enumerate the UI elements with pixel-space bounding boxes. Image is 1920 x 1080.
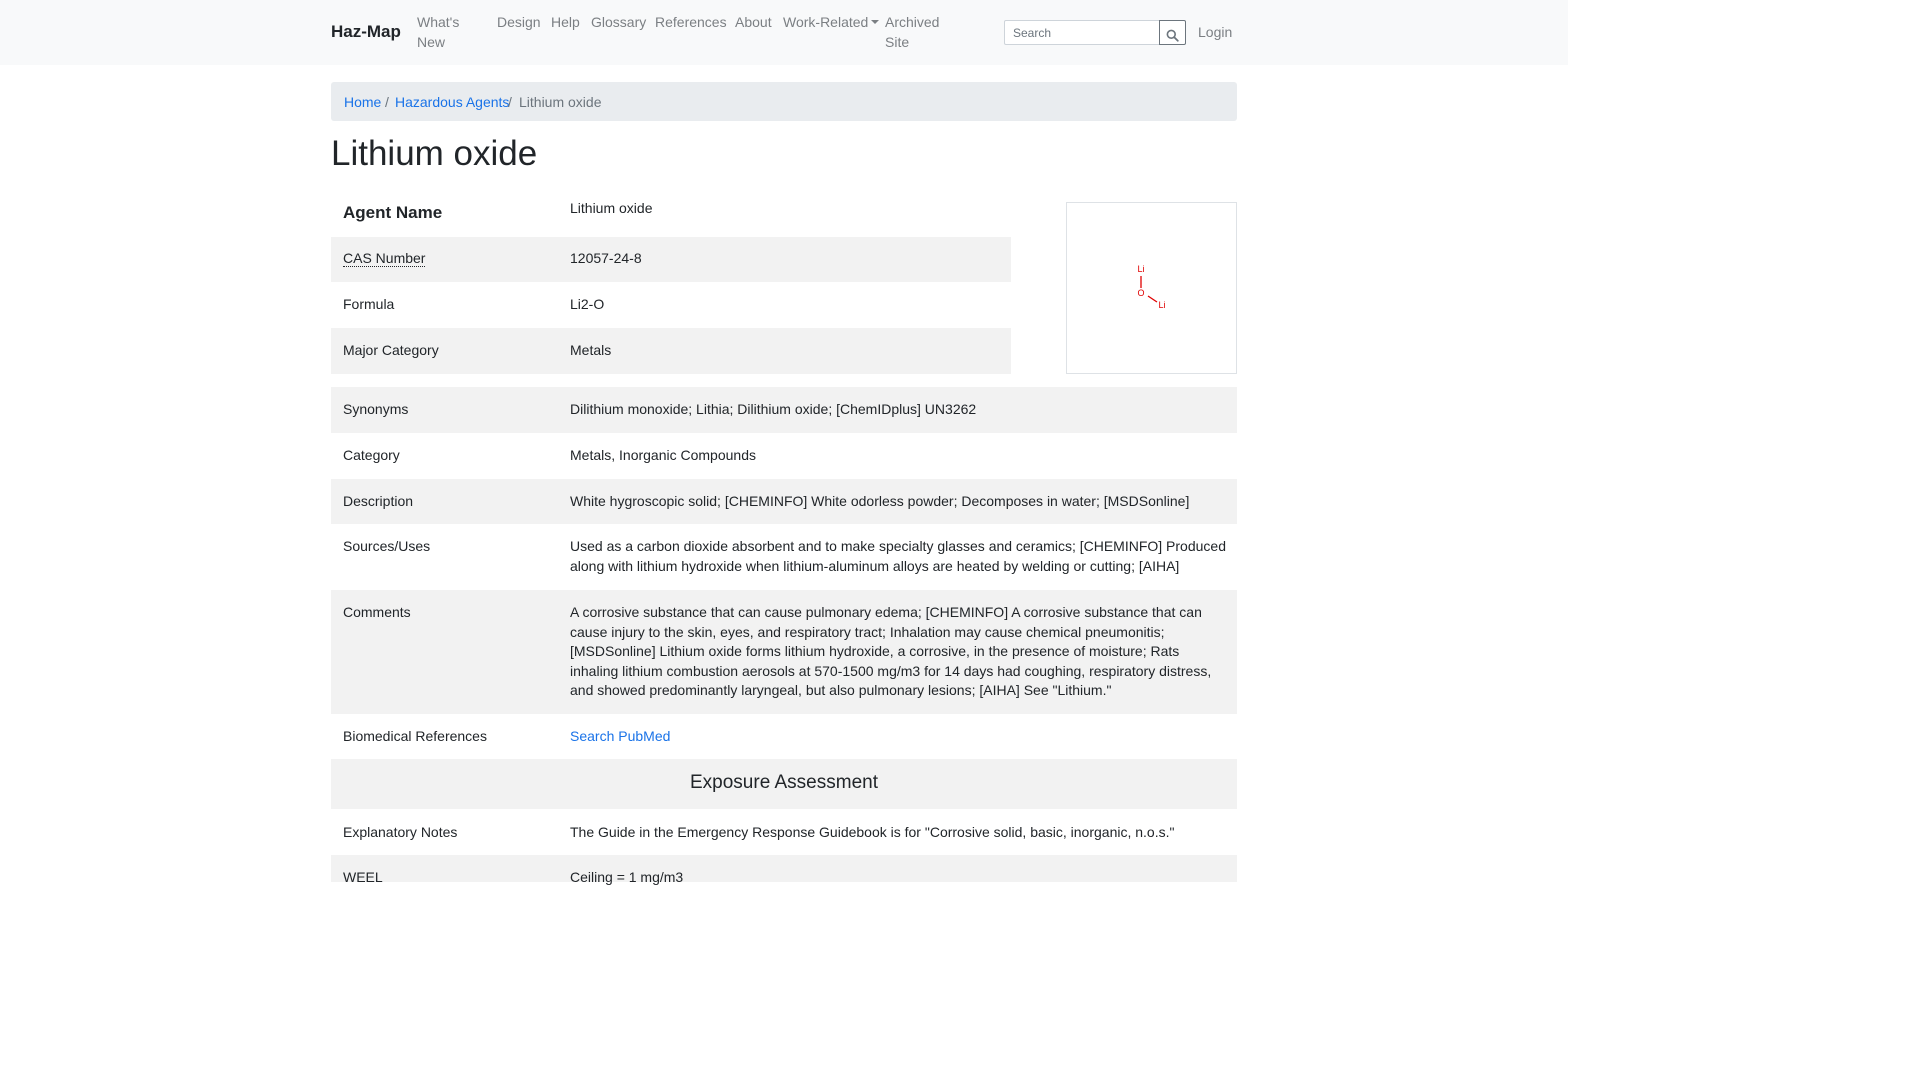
- nav-references[interactable]: References: [655, 13, 727, 33]
- biomedical-references-label: Biomedical References: [343, 728, 487, 744]
- synonyms-value: Dilithium monoxide; Lithia; Dilithium ox…: [570, 401, 977, 417]
- category-label: Category: [343, 447, 400, 463]
- page-title: Lithium oxide: [331, 134, 538, 173]
- breadcrumb-separator: /: [508, 94, 512, 110]
- cas-number-label: CAS Number: [343, 250, 426, 267]
- agent-name-value: Lithium oxide: [570, 200, 653, 216]
- search-pubmed-link[interactable]: Search PubMed: [570, 727, 670, 747]
- table-row-cas-number: CAS Number 12057-24-8: [331, 237, 1011, 282]
- table-row-agent-name: Agent Name Lithium oxide: [331, 187, 1011, 236]
- atom-label-top: Li: [1137, 264, 1144, 274]
- formula-label: Formula: [343, 296, 395, 312]
- table-row-biomedical-references: Biomedical References Search PubMed: [331, 714, 1237, 759]
- breadcrumb-hazardous-agents[interactable]: Hazardous Agents: [395, 94, 509, 110]
- comments-label: Comments: [343, 604, 411, 620]
- breadcrumb-current: Lithium oxide: [519, 94, 602, 110]
- nav-work-related-dropdown[interactable]: Work-Related: [783, 13, 880, 33]
- table-row-explanatory-notes: Explanatory Notes The Guide in the Emerg…: [331, 809, 1237, 855]
- molecule-structure-image: Li O Li: [1066, 202, 1237, 374]
- breadcrumb: Home / Hazardous Agents / Lithium oxide: [331, 82, 1237, 121]
- sources-uses-label: Sources/Uses: [343, 538, 431, 554]
- cas-number-abbr[interactable]: CAS Number: [343, 250, 426, 267]
- atom-label-center: O: [1137, 288, 1144, 298]
- nav-whats-new[interactable]: What's New: [417, 13, 477, 52]
- search-button[interactable]: [1159, 20, 1186, 45]
- magnifier-icon: [1166, 29, 1179, 42]
- table-row-formula: Formula Li2-O: [331, 282, 1011, 328]
- table-row-comments: Comments A corrosive substance that can …: [331, 590, 1237, 714]
- agent-name-label: Agent Name: [343, 203, 443, 222]
- major-category-label: Major Category: [343, 342, 439, 358]
- nav-archived-site[interactable]: Archived Site: [885, 13, 947, 52]
- nav-login[interactable]: Login: [1198, 23, 1232, 43]
- weel-label: WEEL: [343, 869, 383, 885]
- table-row-synonyms: Synonyms Dilithium monoxide; Lithia; Dil…: [331, 387, 1237, 433]
- breadcrumb-separator: /: [385, 94, 389, 110]
- nav-about[interactable]: About: [735, 13, 772, 33]
- explanatory-notes-value: The Guide in the Emergency Response Guid…: [570, 824, 1175, 840]
- top-navbar: Haz-Map What's New Design Help Glossary …: [0, 0, 1568, 65]
- nav-glossary[interactable]: Glossary: [591, 13, 646, 33]
- formula-value: Li2-O: [570, 296, 605, 312]
- cas-number-value: 12057-24-8: [570, 250, 642, 266]
- description-value: White hygroscopic solid; [CHEMINFO] Whit…: [570, 493, 1190, 509]
- chevron-down-icon: [871, 20, 880, 24]
- weel-value: Ceiling = 1 mg/m3: [570, 869, 684, 885]
- table-row-sources-uses: Sources/Uses Used as a carbon dioxide ab…: [331, 524, 1237, 590]
- description-label: Description: [343, 493, 414, 509]
- exposure-assessment-title: Exposure Assessment: [690, 772, 878, 793]
- table-row-weel: WEEL Ceiling = 1 mg/m3: [331, 855, 1237, 885]
- search-input[interactable]: [1004, 20, 1160, 45]
- bond-line: [1147, 295, 1158, 303]
- brand-logo-link[interactable]: Haz-Map: [331, 22, 401, 42]
- table-row-description: Description White hygroscopic solid; [CH…: [331, 479, 1237, 524]
- sources-uses-value: Used as a carbon dioxide absorbent and t…: [570, 538, 1226, 574]
- nav-work-related-label: Work-Related: [783, 14, 869, 30]
- nav-design[interactable]: Design: [497, 13, 541, 33]
- category-value: Metals, Inorganic Compounds: [570, 447, 756, 463]
- breadcrumb-home[interactable]: Home: [344, 94, 381, 110]
- exposure-assessment-heading: Exposure Assessment: [331, 759, 1237, 809]
- table-row-category: Category Metals, Inorganic Compounds: [331, 433, 1237, 479]
- nav-help[interactable]: Help: [551, 13, 580, 33]
- synonyms-label: Synonyms: [343, 401, 409, 417]
- atom-label-right: Li: [1158, 300, 1165, 310]
- comments-value: A corrosive substance that can cause pul…: [570, 604, 1212, 698]
- major-category-value: Metals: [570, 342, 612, 358]
- table-row-major-category: Major Category Metals: [331, 328, 1011, 374]
- molecule-structure-svg: Li O Li: [1137, 264, 1165, 310]
- explanatory-notes-label: Explanatory Notes: [343, 824, 458, 840]
